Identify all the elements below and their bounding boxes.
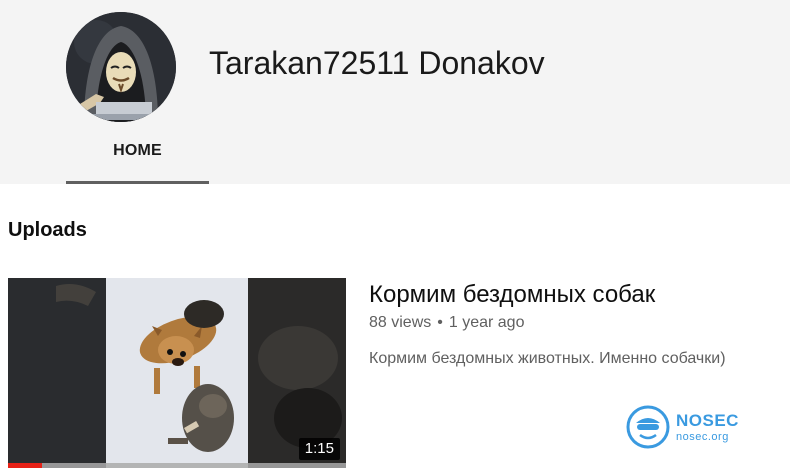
tab-home-label: HOME	[113, 142, 162, 159]
channel-header: Tarakan72511 Donakov HOME	[0, 0, 790, 184]
video-title[interactable]: Кормим бездомных собак	[369, 280, 655, 310]
channel-name: Tarakan72511 Donakov	[209, 45, 545, 81]
hooded-mask-avatar-icon	[66, 12, 176, 122]
video-meta: 88 views • 1 year ago	[369, 313, 524, 333]
video-description: Кормим бездомных животных. Именно собачк…	[369, 350, 726, 367]
video-age: 1 year ago	[448, 314, 525, 331]
video-views: 88 views	[369, 314, 432, 331]
video-thumbnail-image	[8, 278, 346, 468]
nosec-watermark: NOSEC nosec.org	[626, 405, 746, 451]
video-duration-badge: 1:15	[298, 438, 340, 460]
meta-separator: •	[437, 314, 443, 331]
watch-progress-fill	[8, 463, 42, 468]
watermark-url: nosec.org	[676, 431, 729, 443]
watermark-name: NOSEC	[676, 411, 739, 430]
watch-progress-bar	[8, 463, 346, 468]
tab-home[interactable]: HOME	[66, 130, 209, 184]
tab-selected-indicator	[66, 181, 209, 184]
channel-avatar[interactable]	[66, 12, 176, 122]
uploads-section-title: Uploads	[8, 219, 87, 241]
video-thumbnail[interactable]: 1:15	[8, 278, 346, 468]
nosec-logo-icon	[626, 405, 670, 449]
